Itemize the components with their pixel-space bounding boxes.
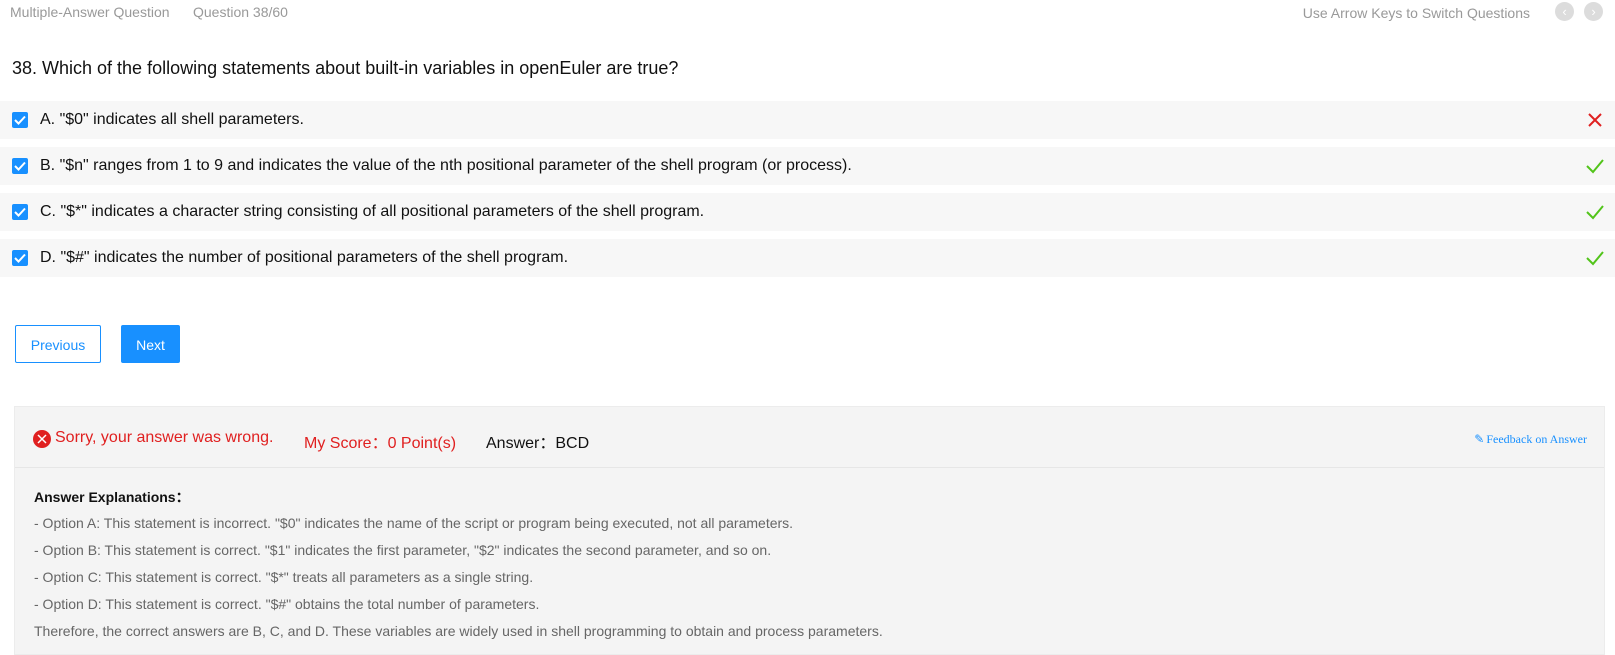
result-status: Sorry, your answer was wrong. <box>55 429 274 446</box>
chevron-right-icon[interactable]: › <box>1584 2 1603 21</box>
question-type-label: Multiple-Answer Question <box>10 4 170 20</box>
question-counter: Question 38/60 <box>193 4 288 20</box>
correct-answer: Answer：BCD <box>486 435 590 452</box>
option-c[interactable]: C. "$*" indicates a character string con… <box>0 193 1615 231</box>
explanation-line: - Option C: This statement is correct. "… <box>34 569 534 585</box>
option-checkbox[interactable] <box>12 250 28 266</box>
result-panel: Sorry, your answer was wrong. My Score：0… <box>14 406 1605 655</box>
question-text: 38. Which of the following statements ab… <box>12 58 679 78</box>
check-icon <box>1586 205 1604 220</box>
explanation-line: - Option A: This statement is incorrect.… <box>34 515 794 531</box>
edit-icon: ✎ <box>1474 432 1485 446</box>
option-label: B. "$n" ranges from 1 to 9 and indicates… <box>40 157 852 174</box>
my-score: My Score：0 Point(s) <box>304 435 457 452</box>
option-label: A. "$0" indicates all shell parameters. <box>40 111 304 128</box>
feedback-label: Feedback on Answer <box>1486 432 1587 446</box>
next-button[interactable]: Next <box>121 325 180 363</box>
explanation-line: Therefore, the correct answers are B, C,… <box>34 623 883 639</box>
error-icon <box>33 430 51 448</box>
explanation-line: - Option D: This statement is correct. "… <box>34 596 540 612</box>
option-a[interactable]: A. "$0" indicates all shell parameters. <box>0 101 1615 139</box>
option-checkbox[interactable] <box>12 112 28 128</box>
option-label: C. "$*" indicates a character string con… <box>40 203 705 220</box>
option-d[interactable]: D. "$#" indicates the number of position… <box>0 239 1615 277</box>
previous-button[interactable]: Previous <box>15 325 101 363</box>
explanation-line: - Option B: This statement is correct. "… <box>34 542 772 558</box>
check-icon <box>1586 251 1604 266</box>
option-b[interactable]: B. "$n" ranges from 1 to 9 and indicates… <box>0 147 1615 185</box>
check-icon <box>1586 159 1604 174</box>
cross-icon <box>1588 113 1602 127</box>
option-checkbox[interactable] <box>12 204 28 220</box>
result-header: Sorry, your answer was wrong. My Score：0… <box>15 407 1604 468</box>
chevron-left-icon[interactable]: ‹ <box>1555 2 1574 21</box>
option-checkbox[interactable] <box>12 158 28 174</box>
option-label: D. "$#" indicates the number of position… <box>40 249 569 266</box>
explanation-title: Answer Explanations： <box>34 489 190 505</box>
keyboard-hint: Use Arrow Keys to Switch Questions <box>1302 5 1530 21</box>
feedback-link[interactable]: ✎ Feedback on Answer <box>1474 432 1587 447</box>
top-bar: Multiple-Answer Question Question 38/60 … <box>0 0 1615 26</box>
